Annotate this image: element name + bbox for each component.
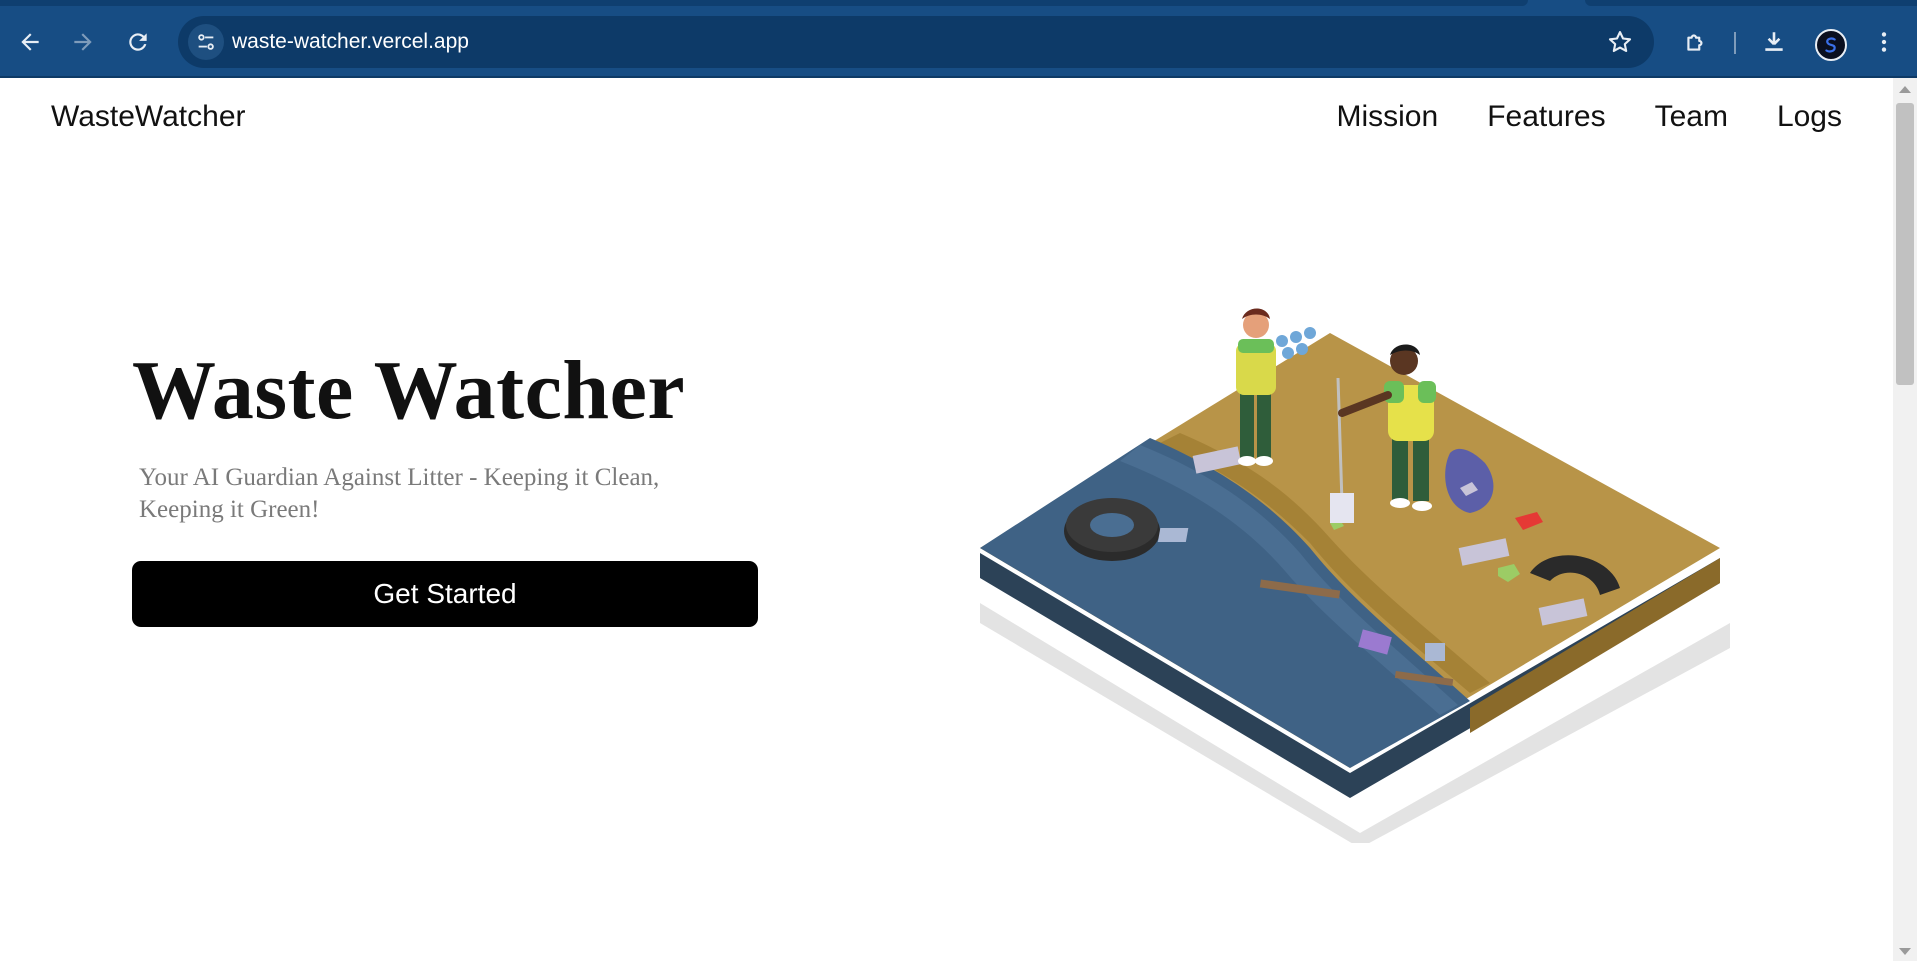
download-icon[interactable] [1756, 24, 1792, 60]
extensions-icon[interactable] [1678, 24, 1714, 60]
page: WasteWatcher Mission Features Team Logs … [0, 78, 1893, 961]
nav-features[interactable]: Features [1487, 100, 1605, 134]
forward-icon[interactable] [65, 24, 101, 60]
hero-title: Waste Watcher [132, 344, 686, 437]
hero-subtitle: Your AI Guardian Against Litter - Keepin… [139, 464, 660, 523]
get-started-button[interactable]: Get Started [132, 561, 758, 627]
tab-strip-left [0, 0, 1528, 6]
url-text[interactable]: waste-watcher.vercel.app [232, 16, 469, 68]
back-icon[interactable] [12, 24, 48, 60]
scroll-down-arrow-icon[interactable] [1899, 948, 1911, 955]
vertical-scrollbar[interactable] [1893, 78, 1917, 961]
tab-strip-right [1585, 0, 1917, 6]
tab-strip [0, 0, 1917, 8]
browser-toolbar: waste-watcher.vercel.app [0, 8, 1917, 78]
more-menu-icon[interactable] [1866, 24, 1902, 60]
scroll-up-arrow-icon[interactable] [1899, 86, 1911, 93]
nav-team[interactable]: Team [1655, 100, 1728, 134]
toolbar-divider [1734, 32, 1736, 54]
main-nav: Mission Features Team Logs [1336, 100, 1842, 134]
nav-logs[interactable]: Logs [1777, 100, 1842, 134]
scroll-thumb[interactable] [1896, 103, 1914, 385]
nav-mission[interactable]: Mission [1336, 100, 1438, 134]
brand-logo[interactable]: WasteWatcher [51, 100, 246, 134]
site-settings-icon[interactable] [188, 24, 224, 60]
reload-icon[interactable] [120, 24, 156, 60]
address-bar[interactable]: waste-watcher.vercel.app [178, 16, 1654, 68]
avatar[interactable] [1815, 29, 1847, 61]
bookmark-star-icon[interactable] [1606, 28, 1634, 56]
beach-cleanup-illustration [980, 308, 1730, 843]
